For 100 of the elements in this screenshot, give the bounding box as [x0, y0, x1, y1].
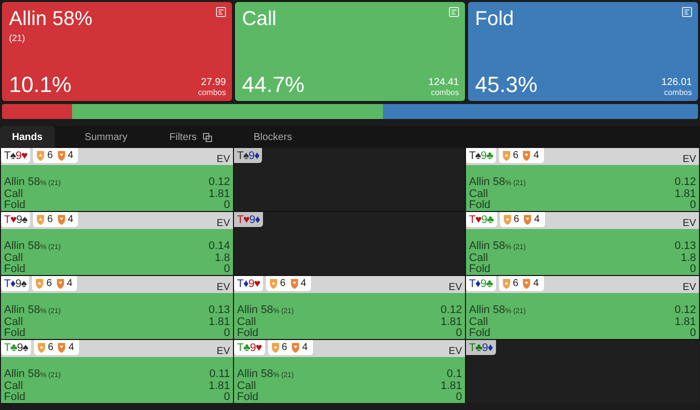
- action-name: Call: [242, 7, 276, 31]
- action-label: Call: [469, 317, 488, 328]
- blocker-count: 6: [512, 150, 518, 161]
- combos-label: combos: [664, 88, 692, 97]
- shield-down-icon: [57, 342, 66, 353]
- card-label: T♦: [469, 278, 480, 290]
- action-name: Fold: [475, 7, 514, 31]
- card-label: T♥: [4, 214, 16, 226]
- blocker-count: 4: [68, 214, 74, 225]
- blocker-count: 6: [282, 342, 288, 353]
- ev-value: 0: [456, 328, 462, 339]
- card-label: T♦: [4, 278, 16, 290]
- action-label: Fold: [237, 392, 258, 403]
- ev-value: 0.1: [446, 369, 462, 381]
- ev-value: 0.12: [208, 177, 230, 189]
- action-label: Fold: [4, 392, 26, 403]
- card-label: 9♥: [248, 278, 260, 290]
- blocker-count: 4: [533, 150, 540, 161]
- ev-label: EV: [216, 346, 230, 357]
- card-label: 9♣: [480, 278, 493, 290]
- card-label: T♣: [469, 342, 482, 354]
- combos-value: 124.41: [428, 77, 459, 88]
- tab[interactable]: Hands: [0, 126, 55, 148]
- card-label: 9♥: [250, 342, 262, 354]
- tab[interactable]: Filters: [157, 126, 224, 148]
- ev-value: 1.81: [208, 381, 230, 392]
- combos-label: combos: [198, 88, 226, 97]
- ev-label: EV: [216, 282, 230, 293]
- list-icon[interactable]: [216, 7, 226, 17]
- card-label: 9♥: [16, 150, 28, 162]
- shield-up-icon: [269, 278, 278, 289]
- shield-up-icon: [502, 278, 511, 289]
- ev-value: 0.14: [208, 241, 230, 253]
- ev-value: 1.81: [440, 317, 462, 328]
- copy-icon[interactable]: [202, 132, 212, 142]
- action-label: Fold: [4, 328, 26, 339]
- blocker-count: 6: [47, 150, 53, 161]
- shield-up-icon: [36, 342, 46, 353]
- shield-down-icon: [522, 278, 532, 289]
- card-label: 9♦: [482, 342, 493, 354]
- action-label: Call: [4, 381, 23, 392]
- shield-down-icon: [523, 214, 532, 225]
- combos-value: 27.99: [200, 77, 226, 88]
- card-label: 9♣: [481, 214, 494, 226]
- action-label: Call: [469, 253, 488, 264]
- card-label: T♣: [237, 342, 250, 354]
- action-label: Fold: [4, 200, 26, 211]
- shield-down-icon: [56, 214, 66, 225]
- action-label: Call: [4, 253, 23, 264]
- ev-label: EV: [448, 346, 462, 357]
- action-card[interactable]: Fold 45.3% 126.01 combos: [468, 2, 698, 101]
- ev-value: 0.11: [209, 369, 230, 381]
- blocker-count: 4: [68, 150, 74, 161]
- shield-down-icon: [56, 278, 65, 289]
- blocker-count: 4: [302, 342, 308, 353]
- blocker-count: 6: [46, 278, 52, 289]
- tab[interactable]: Summary: [72, 126, 140, 148]
- action-label: Fold: [237, 328, 258, 339]
- ev-label: EV: [216, 154, 230, 165]
- action-label: Call: [237, 381, 256, 392]
- ev-value: 1.81: [208, 189, 230, 200]
- card-label: T♥: [469, 214, 482, 226]
- ev-value: 0: [224, 200, 230, 211]
- card-label: 9♠: [16, 214, 28, 226]
- card-label: 9♦: [248, 150, 260, 162]
- blocker-count: 4: [66, 278, 72, 289]
- shield-up-icon: [36, 214, 46, 225]
- blocker-count: 6: [512, 278, 518, 289]
- ev-value: 1.81: [440, 381, 462, 392]
- card-label: 9♠: [15, 278, 26, 290]
- blocker-count: 4: [68, 342, 74, 353]
- card-label: T♠: [4, 150, 16, 162]
- ev-value: 0.12: [674, 177, 696, 189]
- action-label: Call: [4, 189, 23, 200]
- card-label: T♠: [469, 150, 481, 162]
- ev-value: 0.12: [440, 305, 462, 317]
- tab[interactable]: Blockers: [242, 126, 304, 148]
- action-label: Call: [469, 189, 488, 200]
- action-count: (21): [9, 33, 26, 43]
- action-label: Call: [237, 317, 256, 328]
- action-label: Fold: [469, 328, 490, 339]
- action-label: Fold: [469, 200, 490, 211]
- shield-down-icon: [291, 342, 300, 353]
- shield-down-icon: [522, 150, 532, 161]
- shield-up-icon: [36, 150, 46, 161]
- blocker-count: 6: [48, 342, 54, 353]
- ev-label: EV: [216, 218, 230, 229]
- ev-value: 0.12: [674, 305, 696, 317]
- shield-down-icon: [290, 278, 299, 289]
- ev-value: 0: [224, 264, 230, 275]
- card-label: 9♦: [249, 214, 260, 226]
- blocker-count: 4: [300, 278, 306, 289]
- ev-value: 1.8: [680, 253, 696, 264]
- action-card[interactable]: Allin 58% (21) 10.1% 27.99 combos: [2, 2, 232, 101]
- list-icon[interactable]: [449, 7, 459, 17]
- ev-value: 1.81: [674, 189, 696, 200]
- card-label: 9♣: [480, 150, 493, 162]
- ev-label: EV: [682, 154, 696, 165]
- list-icon[interactable]: [682, 7, 692, 17]
- ev-label: EV: [682, 218, 696, 229]
